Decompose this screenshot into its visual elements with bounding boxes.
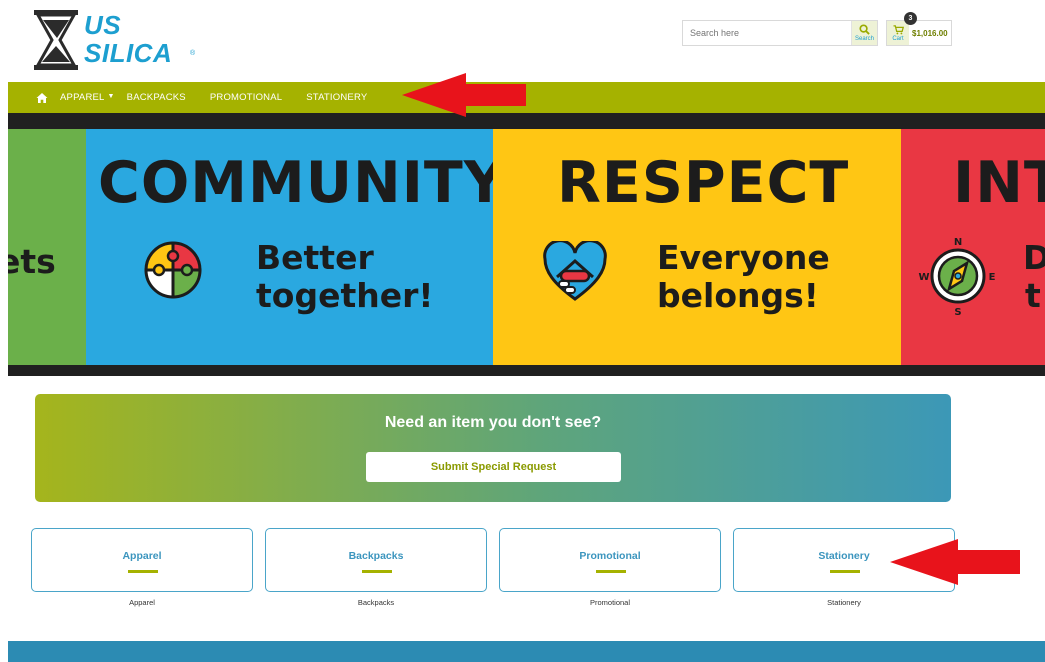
special-request-box: Need an item you don't see? Submit Speci…	[35, 394, 951, 502]
compass-s: S	[954, 307, 961, 317]
category-underline	[596, 570, 626, 573]
banner-panel-respect: RESPECT Everyone belongs!	[493, 129, 901, 365]
category-caption-apparel[interactable]: Apparel	[31, 598, 253, 607]
compass-n: N	[954, 237, 962, 248]
category-title: Promotional	[579, 550, 641, 562]
annotation-arrow-nav	[402, 73, 526, 117]
banner-title-integrity: INT	[953, 150, 1045, 216]
cart-icon	[893, 24, 904, 34]
compass-e: E	[989, 272, 996, 283]
registered-mark: ®	[190, 50, 196, 57]
category-caption-stationery[interactable]: Stationery	[733, 598, 955, 607]
submit-special-request-button[interactable]: Submit Special Request	[366, 452, 621, 482]
nav-item-label: APPAREL	[60, 92, 105, 103]
page: US SILICA ® Search Cart 3 $1,016.00	[0, 0, 1045, 662]
cart-button[interactable]: Cart 3	[887, 12, 917, 45]
nav-item-apparel[interactable]: APPAREL ▼	[60, 92, 115, 103]
search-button[interactable]: Search	[851, 21, 877, 45]
banner-fragment-1: ets	[8, 242, 56, 281]
search-icon	[859, 24, 870, 35]
annotation-arrow-stationery	[890, 539, 1020, 585]
cart-widget[interactable]: Cart 3 $1,016.00	[886, 12, 952, 46]
category-title: Backpacks	[348, 550, 404, 562]
banner-sub-respect-2: belongs!	[657, 276, 819, 315]
category-card-apparel[interactable]: Apparel	[31, 528, 253, 592]
handshake-heart-icon	[543, 241, 607, 301]
special-request-title: Need an item you don't see?	[384, 414, 602, 431]
us-silica-logo[interactable]: US SILICA ®	[32, 10, 202, 74]
banner-panel-left: ets !	[8, 129, 86, 365]
hourglass-icon	[34, 10, 78, 70]
banner-sub-respect-1: Everyone	[657, 238, 830, 277]
footer-band	[8, 641, 1045, 662]
category-caption-backpacks[interactable]: Backpacks	[265, 598, 487, 607]
search-input[interactable]	[683, 21, 851, 45]
cart-label: Cart	[892, 35, 904, 42]
banner-sub-integrity-2: t	[1025, 276, 1041, 315]
logo-line-2: SILICA	[84, 38, 173, 68]
category-caption-promotional[interactable]: Promotional	[499, 598, 721, 607]
caret-down-icon: ▼	[107, 93, 115, 100]
compass-icon: N S W E	[918, 237, 996, 317]
nav-item-stationery[interactable]: STATIONERY	[306, 92, 367, 103]
banner-title-respect: RESPECT	[557, 150, 850, 216]
cart-count-badge: 3	[904, 12, 917, 25]
nav-item-promotional[interactable]: PROMOTIONAL	[210, 92, 282, 103]
banner-sub-community-1: Better	[256, 238, 374, 277]
category-title: Apparel	[122, 550, 162, 562]
logo-line-1: US	[84, 10, 122, 40]
search-bar: Search	[682, 20, 878, 46]
category-card-promotional[interactable]: Promotional	[499, 528, 721, 592]
category-card-backpacks[interactable]: Backpacks	[265, 528, 487, 592]
banner-title-community: COMMUNITY	[98, 150, 493, 216]
category-underline	[830, 570, 860, 573]
banner-sub-community-2: together!	[256, 276, 434, 315]
hero-banner: ets ! COMMUNITY Better together! RESPECT	[8, 113, 1045, 376]
puzzle-icon	[144, 241, 202, 299]
banner-panel-community: COMMUNITY Better together!	[86, 129, 493, 365]
banner-panel-integrity: INT N S W E D t	[901, 129, 1045, 365]
cart-total: $1,016.00	[912, 28, 948, 38]
category-underline	[362, 570, 392, 573]
banner-sub-integrity-1: D	[1023, 238, 1045, 277]
category-underline	[128, 570, 158, 573]
search-button-label: Search	[854, 36, 874, 42]
nav-item-backpacks[interactable]: BACKPACKS	[127, 92, 186, 103]
compass-w: W	[918, 272, 929, 283]
home-icon[interactable]	[36, 92, 48, 104]
banner-fragment-2: !	[8, 282, 11, 320]
